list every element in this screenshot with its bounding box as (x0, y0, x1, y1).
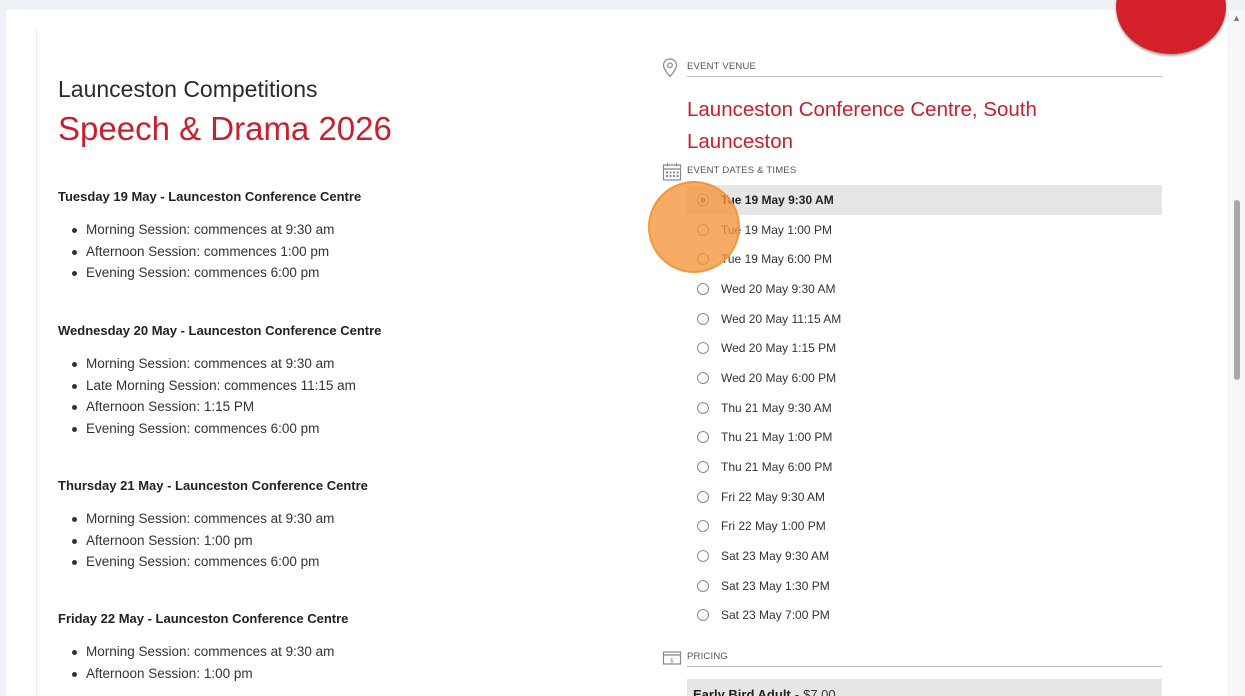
date-option[interactable]: Fri 22 May 9:30 AM (687, 482, 1162, 512)
divider (687, 76, 1162, 77)
date-option-label: Fri 22 May 9:30 AM (721, 489, 826, 504)
content-divider (36, 28, 37, 696)
session-list: Morning Session: commences at 9:30 am Af… (58, 219, 618, 284)
session-item: Afternoon Session: commences 1:00 pm (72, 241, 618, 263)
click-indicator (648, 181, 740, 273)
date-option-label: Wed 20 May 1:15 PM (721, 341, 837, 356)
session-item: Morning Session: commences at 9:30 am (72, 219, 618, 241)
svg-text:$: $ (670, 657, 674, 665)
radio-button[interactable] (697, 609, 709, 622)
session-item: Afternoon Session: 1:15 PM (72, 396, 618, 418)
radio-button[interactable] (697, 550, 709, 563)
date-time-options: Tue 19 May 9:30 AM Tue 19 May 1:00 PM Tu… (687, 185, 1162, 630)
pricing-label: PRICING (687, 651, 728, 662)
day-heading: Thursday 21 May - Launceston Conference … (58, 478, 368, 493)
price-value: $7.00 (803, 686, 836, 696)
date-option-label: Thu 21 May 9:30 AM (721, 400, 832, 415)
radio-button[interactable] (697, 520, 709, 533)
radio-button[interactable] (697, 282, 709, 295)
radio-button[interactable] (697, 371, 709, 384)
session-item: Late Morning Session: commences 11:15 am (72, 375, 618, 397)
session-item: Evening Session: commences 6:00 pm (72, 418, 618, 440)
date-option-label: Thu 21 May 1:00 PM (721, 430, 833, 445)
date-option[interactable]: Tue 19 May 1:00 PM (687, 215, 1162, 245)
date-option-label: Sat 23 May 1:30 PM (721, 578, 830, 593)
date-option-label: Wed 20 May 6:00 PM (721, 370, 837, 385)
session-item: Morning Session: commences at 9:30 am (72, 508, 618, 530)
date-option-label: Wed 20 May 11:15 AM (721, 311, 842, 326)
event-title: Speech & Drama 2026 (58, 110, 392, 147)
radio-button[interactable] (697, 342, 709, 355)
venue-label: EVENT VENUE (687, 61, 757, 72)
price-item[interactable]: Early Bird Adult - $7.00 (687, 679, 1162, 696)
date-option-label: Sat 23 May 9:30 AM (721, 549, 830, 564)
radio-button[interactable] (697, 401, 709, 414)
date-option-label: Fri 22 May 1:00 PM (721, 519, 826, 534)
date-option[interactable]: Tue 19 May 9:30 AM (687, 185, 1162, 215)
date-option[interactable]: Sat 23 May 7:00 PM (687, 601, 1162, 631)
session-item: Evening Session: commences 6:00 pm (72, 551, 618, 573)
calendar-icon (662, 162, 682, 182)
schedule-day-wednesday: Wednesday 20 May - Launceston Conference… (58, 323, 618, 440)
schedule-day-tuesday: Tuesday 19 May - Launceston Conference C… (58, 189, 618, 284)
date-option-label: Thu 21 May 6:00 PM (721, 460, 833, 475)
price-separator: - (794, 686, 800, 696)
session-item: Afternoon Session: 1:00 pm (72, 663, 618, 685)
date-option[interactable]: Wed 20 May 1:15 PM (687, 333, 1162, 363)
date-option-label: Wed 20 May 9:30 AM (721, 281, 836, 296)
divider (687, 666, 1162, 667)
date-option[interactable]: Tue 19 May 6:00 PM (687, 244, 1162, 274)
session-item: Morning Session: commences at 9:30 am (72, 641, 618, 663)
dates-label-row: EVENT DATES & TIMES (662, 162, 1162, 184)
radio-button[interactable] (697, 431, 709, 444)
session-list: Morning Session: commences at 9:30 am Af… (58, 641, 618, 684)
schedule-day-thursday: Thursday 21 May - Launceston Conference … (58, 478, 618, 573)
date-option[interactable]: Wed 20 May 11:15 AM (687, 304, 1162, 334)
map-pin-icon (662, 58, 680, 78)
date-option[interactable]: Sat 23 May 1:30 PM (687, 571, 1162, 601)
venue-label-row: EVENT VENUE (662, 58, 1162, 80)
session-list: Morning Session: commences at 9:30 am La… (58, 353, 618, 440)
organizer-title: Launceston Competitions (58, 76, 318, 102)
session-item: Morning Session: commences at 9:30 am (72, 353, 618, 375)
radio-button[interactable] (697, 312, 709, 325)
radio-button[interactable] (697, 461, 709, 474)
date-option[interactable]: Fri 22 May 1:00 PM (687, 512, 1162, 542)
day-heading: Tuesday 19 May - Launceston Conference C… (58, 189, 362, 204)
price-tag-icon: $ (662, 648, 682, 668)
date-option[interactable]: Wed 20 May 6:00 PM (687, 363, 1162, 393)
date-option[interactable]: Wed 20 May 9:30 AM (687, 274, 1162, 304)
day-heading: Friday 22 May - Launceston Conference Ce… (58, 611, 349, 626)
day-heading: Wednesday 20 May - Launceston Conference… (58, 323, 382, 338)
vertical-scrollbar[interactable]: ▲ (1229, 10, 1245, 696)
scroll-thumb[interactable] (1234, 200, 1240, 380)
page: Launceston Competitions Speech & Drama 2… (6, 0, 1228, 696)
session-item: Afternoon Session: 1:00 pm (72, 530, 618, 552)
date-option[interactable]: Thu 21 May 9:30 AM (687, 393, 1162, 423)
date-option-label: Tue 19 May 6:00 PM (721, 252, 832, 267)
schedule-day-friday: Friday 22 May - Launceston Conference Ce… (58, 611, 618, 684)
session-item: Evening Session: commences 6:00 pm (72, 262, 618, 284)
price-name: Early Bird Adult (693, 686, 791, 696)
floating-action-button[interactable] (1116, 0, 1226, 54)
date-option-label: Sat 23 May 7:00 PM (721, 608, 830, 623)
date-option-label: Tue 19 May 9:30 AM (721, 192, 834, 207)
venue-link[interactable]: Launceston Conference Centre, South Laun… (687, 94, 1117, 158)
session-list: Morning Session: commences at 9:30 am Af… (58, 508, 618, 573)
radio-button[interactable] (697, 579, 709, 592)
pricing-label-row: $ PRICING (662, 648, 1162, 670)
event-description: Launceston Competitions Speech & Drama 2… (58, 76, 618, 681)
date-option[interactable]: Thu 21 May 1:00 PM (687, 423, 1162, 453)
dates-label: EVENT DATES & TIMES (687, 165, 797, 176)
radio-button[interactable] (697, 490, 709, 503)
date-option[interactable]: Sat 23 May 9:30 AM (687, 541, 1162, 571)
date-option[interactable]: Thu 21 May 6:00 PM (687, 452, 1162, 482)
scroll-up-arrow-icon[interactable]: ▲ (1232, 13, 1241, 23)
